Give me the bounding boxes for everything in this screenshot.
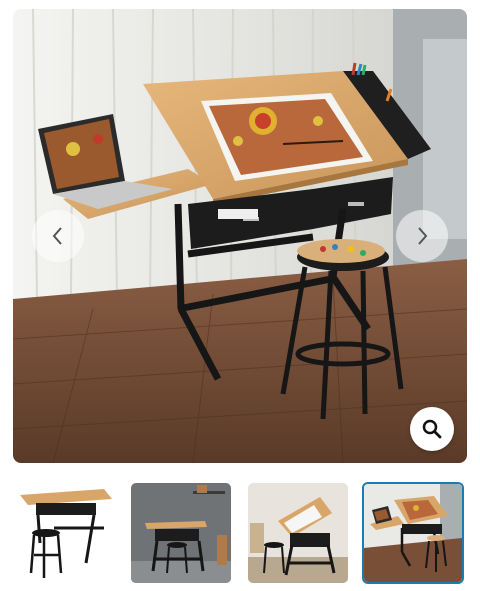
- previous-image-button[interactable]: [32, 210, 84, 262]
- desk-grey-room-image: [131, 483, 231, 583]
- chevron-left-icon: [52, 227, 62, 245]
- thumbnail-3[interactable]: [247, 482, 349, 584]
- thumbnail-2[interactable]: [130, 482, 232, 584]
- thumbnail-1[interactable]: [13, 482, 115, 584]
- magnifier-icon: [422, 419, 442, 439]
- zoom-button[interactable]: [410, 407, 454, 451]
- desk-white-background-image: [14, 483, 114, 583]
- desk-with-laptop-image: [364, 484, 462, 582]
- thumbnail-strip: [13, 482, 467, 586]
- thumbnail-4[interactable]: [362, 482, 464, 584]
- main-product-image[interactable]: [13, 9, 467, 463]
- chevron-right-icon: [418, 227, 428, 245]
- next-image-button[interactable]: [396, 210, 448, 262]
- desk-tilted-light-room-image: [248, 483, 348, 583]
